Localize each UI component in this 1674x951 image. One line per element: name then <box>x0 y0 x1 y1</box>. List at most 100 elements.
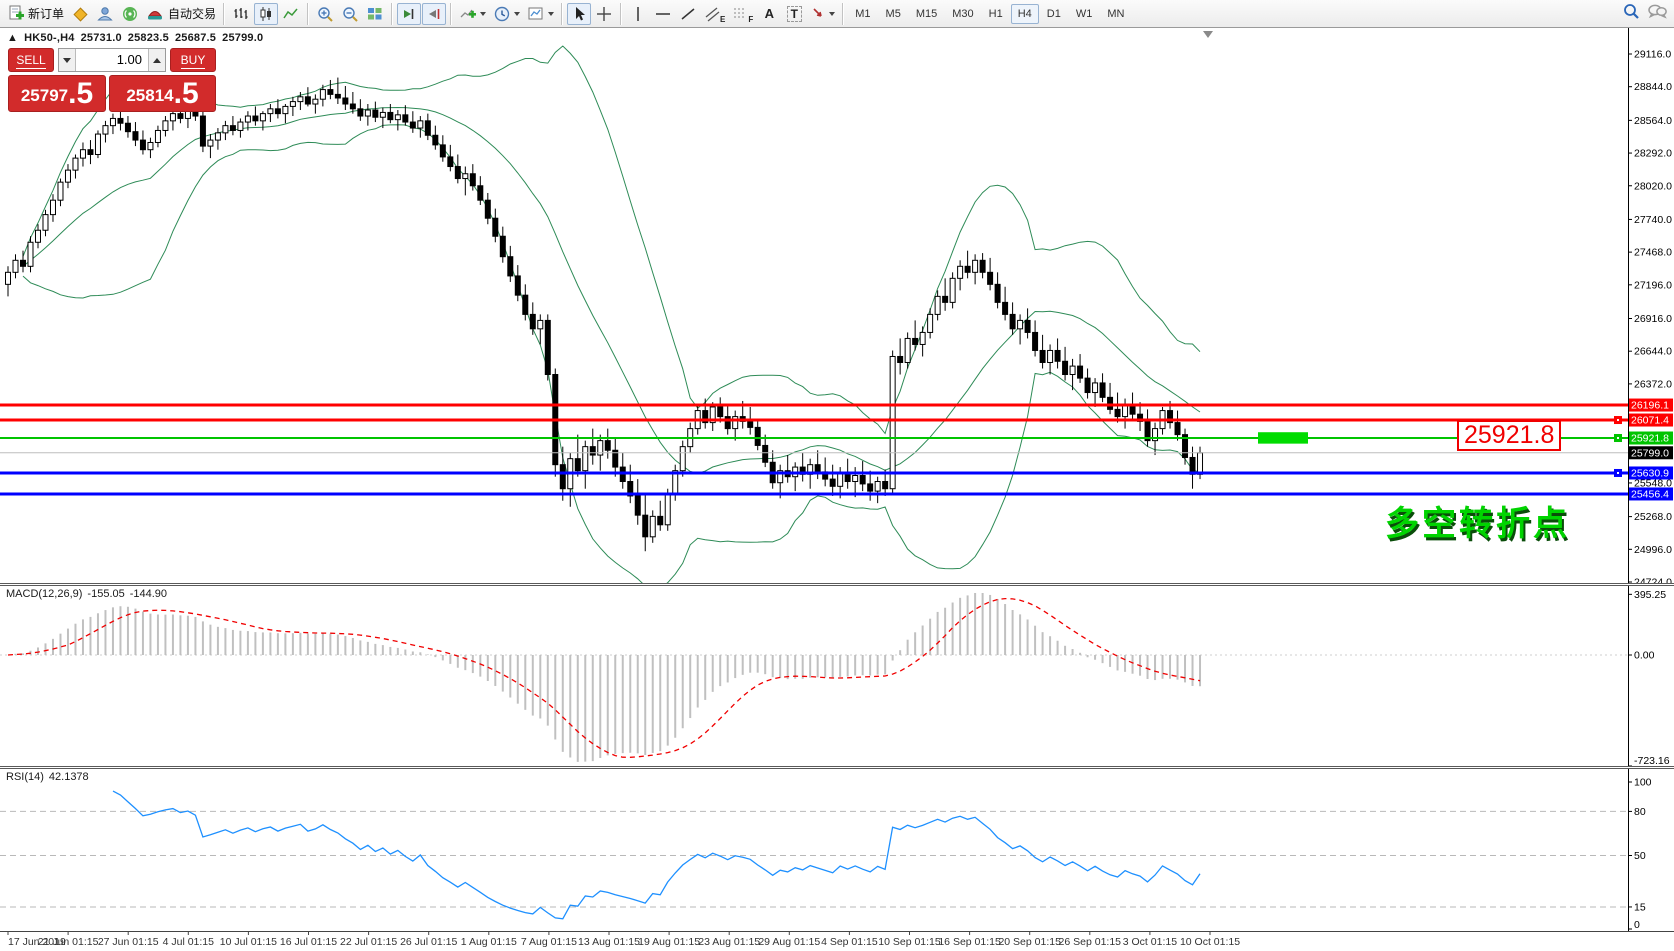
bar-chart-button[interactable] <box>229 3 253 25</box>
auto-scroll-button[interactable] <box>397 3 421 25</box>
vertical-line-tool-button[interactable] <box>626 3 650 25</box>
chart-shift-button[interactable] <box>422 3 446 25</box>
svg-text:25268.0: 25268.0 <box>1634 511 1672 523</box>
zoom-out-button[interactable] <box>338 3 362 25</box>
toolbar-separator <box>307 3 309 25</box>
toolbar-separator <box>391 3 393 25</box>
line-chart-button[interactable] <box>279 3 303 25</box>
cursor-tool-button[interactable] <box>567 3 591 25</box>
svg-text:22 Jul 01:15: 22 Jul 01:15 <box>340 936 397 948</box>
highlight-rectangle[interactable] <box>1258 432 1308 443</box>
horizontal-line-tool-button[interactable] <box>651 3 675 25</box>
svg-text:80: 80 <box>1634 806 1646 818</box>
sell-price-button[interactable]: 25797 .5 <box>8 75 106 112</box>
trendline-tool-button[interactable] <box>676 3 700 25</box>
templates-button[interactable] <box>524 3 557 25</box>
svg-text:20 Sep 01:15: 20 Sep 01:15 <box>998 936 1061 948</box>
collapse-arrow-icon[interactable]: ▲ <box>7 32 18 44</box>
signals-button[interactable] <box>118 3 142 25</box>
indicators-button[interactable] <box>456 3 489 25</box>
svg-text:395.25: 395.25 <box>1634 589 1666 601</box>
profile-button[interactable] <box>93 3 117 25</box>
tab-timeframe-D1[interactable]: D1 <box>1040 4 1068 24</box>
buy-price-int: 25814 <box>126 83 173 109</box>
tile-windows-button[interactable] <box>363 3 387 25</box>
fibonacci-icon <box>732 5 748 23</box>
tab-timeframe-M30[interactable]: M30 <box>945 4 980 24</box>
price-callout-label[interactable]: 25921.8 <box>1457 420 1561 451</box>
zoom-in-button[interactable] <box>313 3 337 25</box>
tab-timeframe-M1[interactable]: M1 <box>848 4 877 24</box>
toolbar-separator <box>842 3 844 25</box>
chat-icon[interactable] <box>1647 2 1668 26</box>
svg-text:28844.0: 28844.0 <box>1634 81 1672 93</box>
profile-icon <box>96 5 114 23</box>
chevron-down-icon <box>514 12 520 16</box>
svg-text:15: 15 <box>1634 901 1646 913</box>
macd-pane[interactable]: 395.25 0.00 -723.16 <box>0 586 1674 766</box>
svg-text:24996.0: 24996.0 <box>1634 544 1672 556</box>
zoom-out-icon <box>341 5 359 23</box>
volume-decrease-button[interactable] <box>59 49 76 71</box>
svg-text:26644.0: 26644.0 <box>1634 346 1672 358</box>
chart-shift-marker[interactable] <box>1203 31 1213 38</box>
sell-price-int: 25797 <box>21 83 68 109</box>
tab-timeframe-M5[interactable]: M5 <box>879 4 908 24</box>
crosshair-tool-button[interactable] <box>592 3 616 25</box>
chart-shift-icon <box>425 5 443 23</box>
svg-text:28292.0: 28292.0 <box>1634 148 1672 160</box>
new-order-label: 新订单 <box>28 5 64 22</box>
time-axis[interactable]: 17 Jun 201921 Jun 01:1527 Jun 01:154 Jul… <box>0 931 1674 951</box>
sell-button[interactable]: SELL <box>8 48 54 72</box>
svg-text:27740.0: 27740.0 <box>1634 214 1672 226</box>
symbol-name: HK50-,H4 <box>24 32 75 44</box>
periods-button[interactable] <box>490 3 523 25</box>
text-tool-button[interactable]: A <box>757 3 781 25</box>
buy-price-button[interactable]: 25814 .5 <box>109 75 216 112</box>
turning-point-annotation[interactable]: 多空转折点 <box>1385 496 1570 545</box>
svg-text:26196.1: 26196.1 <box>1631 400 1669 412</box>
arrows-tool-button[interactable] <box>807 3 838 25</box>
svg-text:25921.8: 25921.8 <box>1631 433 1669 445</box>
templates-icon <box>527 5 545 23</box>
text-label-tool-button[interactable]: T <box>782 3 806 25</box>
search-icon[interactable] <box>1622 2 1641 26</box>
tab-timeframe-MN[interactable]: MN <box>1100 4 1131 24</box>
svg-text:25799.0: 25799.0 <box>1631 447 1669 459</box>
tab-timeframe-H4[interactable]: H4 <box>1011 4 1039 24</box>
fibonacci-tool-button[interactable]: F <box>729 3 756 25</box>
svg-text:0: 0 <box>1634 919 1640 931</box>
svg-text:0.00: 0.00 <box>1634 650 1655 662</box>
svg-text:-723.16: -723.16 <box>1634 755 1670 766</box>
svg-text:50: 50 <box>1634 850 1646 862</box>
new-order-button[interactable]: 新订单 <box>4 3 67 25</box>
auto-trading-button[interactable]: 自动交易 <box>143 3 219 25</box>
chevron-down-icon <box>480 12 486 16</box>
styler-button[interactable] <box>68 3 92 25</box>
ohlc-close: 25799.0 <box>222 32 263 44</box>
tab-timeframe-H1[interactable]: H1 <box>982 4 1010 24</box>
svg-text:16 Sep 01:15: 16 Sep 01:15 <box>938 936 1001 948</box>
tile-windows-icon <box>366 5 384 23</box>
sell-price-frac: .5 <box>68 79 93 109</box>
channel-sub-label: E <box>720 16 725 24</box>
equidistant-channel-tool-button[interactable]: E <box>701 3 728 25</box>
auto-trading-label: 自动交易 <box>168 5 216 22</box>
volume-input[interactable]: 1.00 <box>76 49 148 71</box>
macd-axis: 395.25 0.00 -723.16 <box>1628 586 1674 766</box>
buy-button[interactable]: BUY <box>170 48 216 72</box>
line-chart-icon <box>282 5 300 23</box>
crosshair-icon <box>595 5 613 23</box>
rsi-pane[interactable]: 1008050150 <box>0 769 1674 931</box>
auto-trading-icon <box>146 5 164 23</box>
candlestick-chart-button[interactable] <box>254 3 278 25</box>
clock-icon <box>493 5 511 23</box>
tab-timeframe-W1[interactable]: W1 <box>1069 4 1100 24</box>
svg-text:1 Aug 01:15: 1 Aug 01:15 <box>461 936 517 948</box>
rsi-axis: 1008050150 <box>1628 769 1674 931</box>
price-axis: 29116.028844.028564.028292.028020.027740… <box>1628 28 1674 583</box>
svg-text:21 Jun 01:15: 21 Jun 01:15 <box>38 936 99 948</box>
svg-text:27 Jun 01:15: 27 Jun 01:15 <box>98 936 159 948</box>
tab-timeframe-M15[interactable]: M15 <box>909 4 944 24</box>
volume-increase-button[interactable] <box>148 49 165 71</box>
